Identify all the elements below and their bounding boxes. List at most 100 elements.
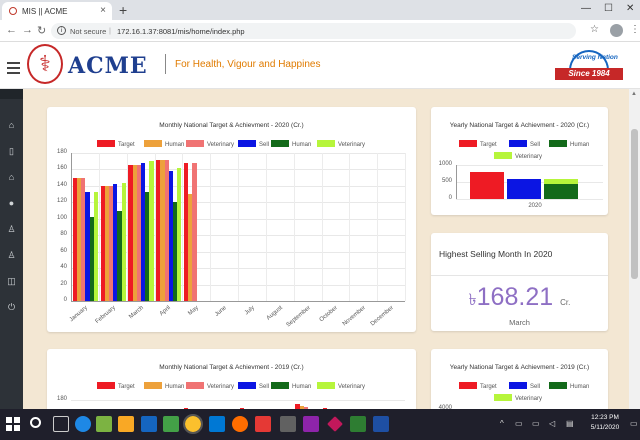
reload-icon[interactable]: ↻ [37, 24, 46, 37]
legend-item[interactable]: Target [459, 140, 497, 148]
legend-label: Human [570, 142, 590, 148]
notification-icon[interactable]: ▭ [630, 419, 638, 428]
url-text[interactable]: 172.16.1.37:8081/mis/home/index.php [117, 27, 245, 36]
vscode-icon[interactable] [209, 416, 225, 432]
legend-label: Sell [259, 384, 270, 390]
legend-item[interactable]: Sell [509, 382, 540, 390]
highest-selling-value: ৳168.21 Cr. [431, 283, 608, 314]
more-menu-icon[interactable]: ⋮ [630, 24, 640, 35]
legend-swatch [144, 382, 162, 389]
minimize-icon[interactable]: — [581, 3, 591, 14]
currency-symbol: ৳ [468, 292, 477, 309]
user-icon[interactable]: ● [0, 195, 23, 211]
scroll-up-icon[interactable]: ▲ [631, 91, 637, 97]
profile-avatar[interactable] [610, 24, 623, 37]
clock-time: 12:23 PM [591, 414, 619, 421]
app-icon[interactable] [163, 416, 179, 432]
legend-item[interactable]: Sell [509, 140, 540, 148]
notepad-icon[interactable] [96, 416, 112, 432]
search-icon[interactable] [30, 417, 41, 428]
legend-item[interactable]: Human [144, 382, 184, 390]
word-icon[interactable] [373, 416, 389, 432]
chrome-icon[interactable] [183, 414, 203, 434]
network-icon[interactable]: ▭ [515, 419, 523, 428]
system-clock[interactable]: 12:23 PM 5/11/2020 [585, 413, 625, 433]
tab-title: MIS || ACME [22, 7, 68, 16]
address-bar[interactable]: i Not secure | 172.16.1.37:8081/mis/home… [51, 23, 576, 39]
legend-item[interactable]: Target [97, 140, 135, 148]
legend-swatch [317, 382, 335, 389]
legend-label: Target [118, 142, 135, 148]
new-tab-icon[interactable]: + [119, 2, 127, 18]
file-explorer-icon[interactable] [118, 416, 134, 432]
legend-item[interactable]: Human [549, 382, 589, 390]
legend-item[interactable]: Human [549, 140, 589, 148]
legend-item[interactable]: Veterinary [317, 382, 365, 390]
bar [544, 178, 578, 184]
language-icon[interactable]: ▤ [566, 419, 574, 428]
back-icon[interactable]: ← [6, 24, 17, 36]
app-icon[interactable] [350, 416, 366, 432]
scrollbar-thumb[interactable] [631, 129, 638, 279]
maximize-icon[interactable]: ☐ [604, 3, 613, 14]
bar [149, 161, 154, 301]
firefox-icon[interactable] [232, 416, 248, 432]
task-view-icon[interactable] [53, 416, 69, 432]
legend-label: Human [292, 384, 312, 390]
legend-item[interactable]: Target [459, 382, 497, 390]
tray-chevron-icon[interactable]: ^ [500, 419, 504, 428]
close-window-icon[interactable]: ✕ [626, 3, 634, 14]
legend-label: Sell [530, 384, 541, 390]
bookmark-star-icon[interactable]: ☆ [590, 24, 599, 35]
legend-label: Veterinary [338, 142, 366, 148]
badge-top-text: Serving Nation [572, 54, 618, 61]
legend-label: Target [480, 142, 497, 148]
browser-tab[interactable]: MIS || ACME × [2, 2, 112, 20]
box-icon[interactable]: ◫ [0, 273, 23, 289]
windows-taskbar: ^ ▭ ▭ ◁ ▤ 12:23 PM 5/11/2020 ▭ [0, 409, 640, 440]
vertical-gridline [238, 153, 239, 301]
legend-label: Target [480, 384, 497, 390]
legend-item[interactable]: Veterinary [317, 140, 365, 148]
windows-start-icon[interactable] [6, 417, 20, 431]
close-tab-icon[interactable]: × [100, 5, 106, 16]
legend-item[interactable]: Human [271, 140, 311, 148]
book-icon[interactable]: ▯ [0, 143, 23, 159]
page-scrollbar[interactable]: ▲ [629, 89, 640, 409]
home-icon[interactable]: ⌂ [0, 117, 23, 133]
legend-label: Target [118, 384, 135, 390]
legend-item[interactable]: Target [97, 382, 135, 390]
legend-item[interactable]: Human [271, 382, 311, 390]
anydesk-icon[interactable] [255, 416, 271, 432]
forward-icon[interactable]: → [22, 24, 33, 36]
calculator-icon[interactable] [280, 416, 296, 432]
legend-item[interactable]: Veterinary [186, 140, 234, 148]
legend-item[interactable]: Human [144, 140, 184, 148]
y-tick-label: 60 [60, 247, 67, 254]
power-icon[interactable]: ⏻ [0, 299, 23, 315]
bank-icon[interactable]: ⌂ [0, 169, 23, 185]
legend-item[interactable]: Veterinary [186, 382, 234, 390]
user-nurse-icon[interactable]: ♙ [0, 247, 23, 263]
legend-item[interactable]: Veterinary [494, 152, 542, 160]
divider: | [109, 26, 111, 35]
hamburger-menu-icon[interactable] [7, 62, 20, 77]
info-icon[interactable]: i [57, 26, 66, 35]
vertical-gridline [405, 153, 406, 301]
y-tick-label: 180 [56, 149, 67, 155]
edge-icon[interactable] [75, 416, 91, 432]
user-doctor-icon[interactable]: ♙ [0, 221, 23, 237]
legend-item[interactable]: Sell [238, 382, 269, 390]
git-icon[interactable] [327, 416, 343, 432]
app-icon[interactable] [303, 416, 319, 432]
security-label: Not secure [70, 27, 107, 36]
gridline [456, 165, 603, 166]
legend-item[interactable]: Sell [238, 140, 269, 148]
outlook-icon[interactable] [141, 416, 157, 432]
battery-icon[interactable]: ▭ [532, 419, 540, 428]
legend-item[interactable]: Veterinary [494, 394, 542, 402]
vertical-gridline [293, 153, 295, 301]
volume-icon[interactable]: ◁ [549, 419, 555, 428]
legend-label: Human [165, 384, 185, 390]
vertical-gridline [377, 153, 379, 301]
